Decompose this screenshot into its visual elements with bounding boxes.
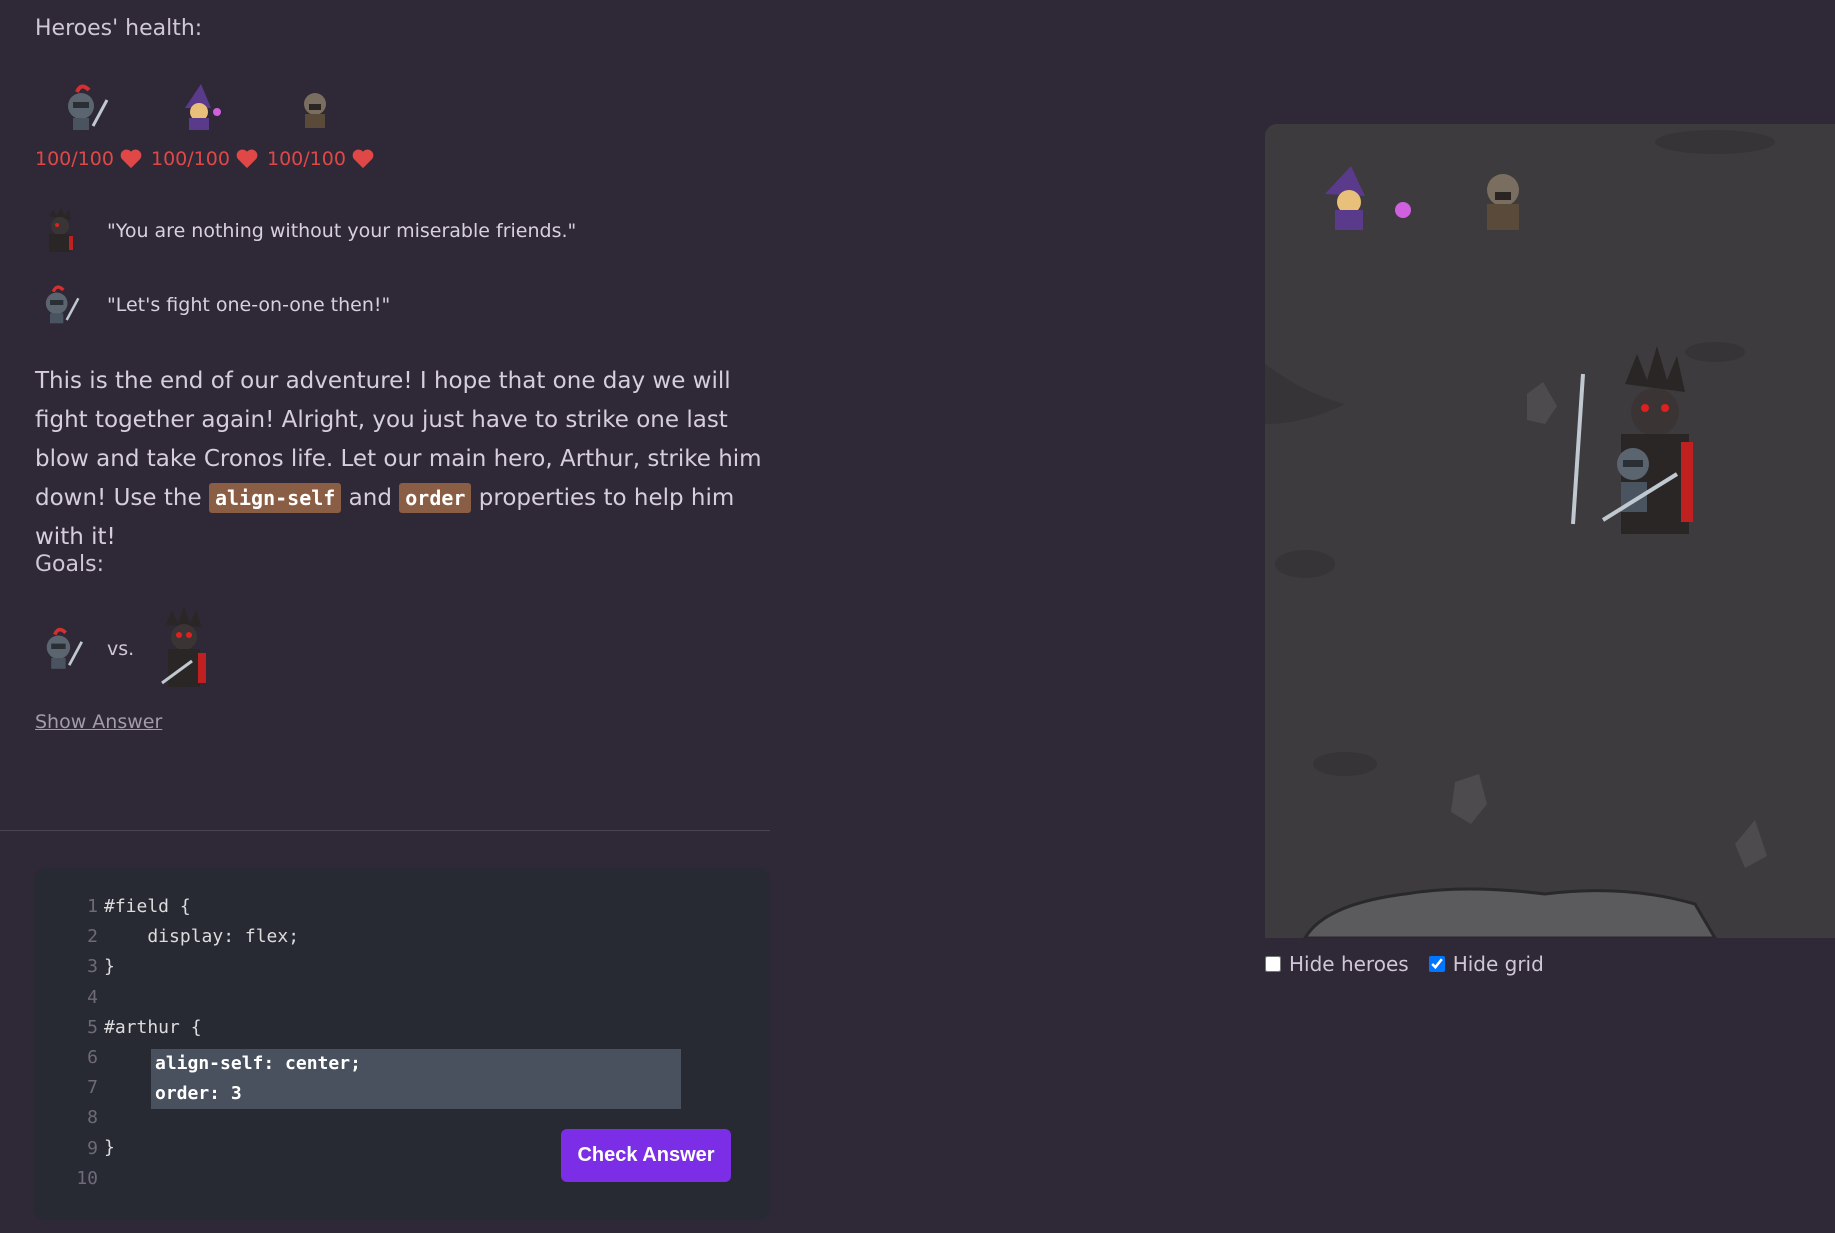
hero-health-knight: 100/100 — [35, 78, 151, 170]
game-field — [1265, 124, 1835, 938]
line-numbers: 1 2 3 4 5 6 7 8 9 10 — [76, 896, 98, 1189]
shadow-patch — [1313, 752, 1377, 776]
cronos-icon — [49, 208, 73, 252]
show-answer-link[interactable]: Show Answer — [35, 711, 162, 733]
dialogue-text: "You are nothing without your miserable … — [107, 220, 577, 242]
goals-row: vs. — [35, 605, 216, 693]
knight-icon — [46, 627, 83, 669]
heart-icon — [236, 149, 258, 169]
display-options: Hide heroes Hide grid — [1265, 952, 1544, 976]
dialogue-text: "Let's fight one-on-one then!" — [107, 294, 391, 316]
dialogue-line: "Let's fight one-on-one then!" — [35, 280, 390, 330]
shadow-patch — [1275, 550, 1335, 578]
knight-icon — [45, 285, 80, 324]
rogue-icon — [304, 93, 326, 128]
battlefield-scene — [1265, 124, 1835, 938]
heart-icon — [120, 149, 142, 169]
hero-health-rogue: 100/100 — [267, 78, 383, 170]
health-title: Heroes' health: — [35, 16, 203, 41]
hide-heroes-option[interactable]: Hide heroes — [1265, 952, 1409, 976]
section-divider — [0, 830, 770, 831]
hero-hp: 100/100 — [151, 148, 267, 170]
instructions: This is the end of our adventure! I hope… — [35, 362, 770, 557]
dialogue-line: "You are nothing without your miserable … — [35, 206, 576, 256]
shadow-patch — [1655, 130, 1775, 154]
heart-icon — [352, 149, 374, 169]
hp-value: 100/100 — [35, 148, 114, 170]
hide-grid-checkbox[interactable] — [1428, 956, 1445, 972]
hide-heroes-checkbox[interactable] — [1265, 956, 1281, 972]
hero-health-wizard: 100/100 — [151, 78, 267, 170]
check-answer-button[interactable]: Check Answer — [561, 1129, 731, 1182]
code-before: #field { display: flex; } #arthur { — [104, 896, 300, 1038]
css-answer-input[interactable]: align-self: center; order: 3 — [151, 1049, 681, 1109]
hp-value: 100/100 — [267, 148, 346, 170]
hide-grid-label: Hide grid — [1452, 952, 1544, 976]
shadow-patch — [1685, 342, 1745, 362]
hp-value: 100/100 — [151, 148, 230, 170]
code-align-self: align-self — [208, 483, 342, 513]
vs-label: vs. — [107, 638, 135, 660]
hero-hp: 100/100 — [35, 148, 151, 170]
code-after: } — [104, 1137, 115, 1158]
code-order: order — [399, 483, 472, 513]
hide-heroes-label: Hide heroes — [1289, 952, 1409, 976]
hide-grid-option[interactable]: Hide grid — [1428, 952, 1544, 976]
heroes-health-list: 100/100 100/100 100/100 — [35, 78, 383, 170]
knight-icon — [68, 84, 109, 130]
wizard-icon — [185, 84, 221, 130]
cronos-icon — [161, 607, 207, 687]
hero-hp: 100/100 — [267, 148, 383, 170]
code-editor: 1 2 3 4 5 6 7 8 9 10 #field { display: f… — [34, 868, 770, 1220]
instructions-text: and — [341, 485, 400, 511]
goals-title: Goals: — [35, 552, 104, 577]
